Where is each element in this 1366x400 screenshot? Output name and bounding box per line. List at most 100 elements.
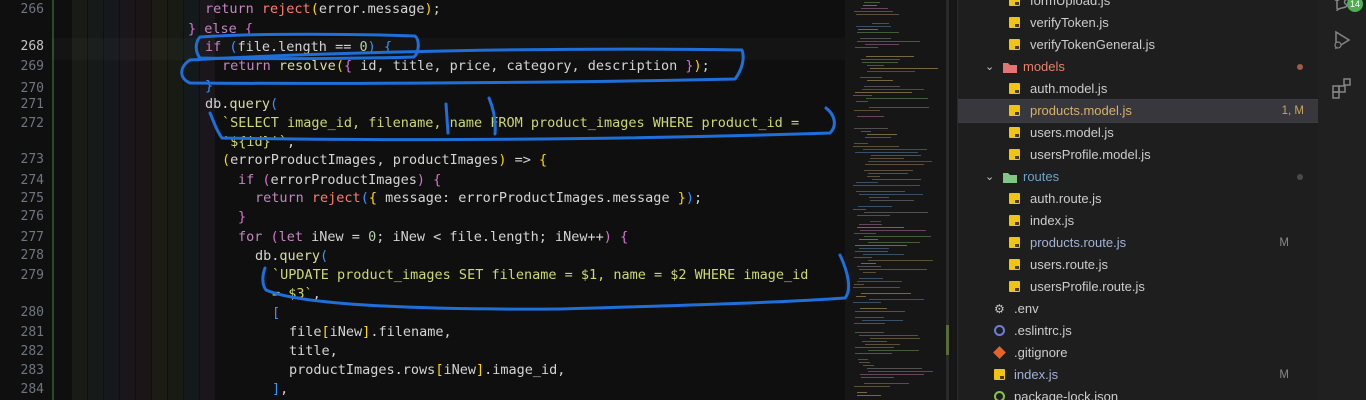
- tree-item[interactable]: ⚙ .env: [958, 298, 1319, 320]
- minimap-line: [867, 368, 922, 369]
- tree-item-label: auth.route.js: [1030, 191, 1102, 206]
- tree-item[interactable]: products.model.js 1, M: [958, 99, 1319, 123]
- code-line[interactable]: return resolve({ id, title, price, categ…: [222, 58, 710, 74]
- line-number: 277: [20, 230, 44, 245]
- tree-item[interactable]: .eslintrc.js: [958, 320, 1319, 342]
- minimap-line: [854, 386, 890, 387]
- minimap-line: [862, 62, 898, 63]
- tree-item[interactable]: auth.route.js: [958, 188, 1319, 210]
- minimap[interactable]: [845, 0, 957, 400]
- tree-item[interactable]: index.js M: [958, 364, 1319, 386]
- tree-item[interactable]: verifyToken.js: [958, 12, 1319, 34]
- tree-item-label: products.model.js: [1030, 103, 1132, 118]
- minimap-line: [867, 176, 880, 177]
- tree-item[interactable]: usersProfile.route.js: [958, 276, 1319, 298]
- minimap-line: [865, 164, 924, 165]
- tree-item[interactable]: usersProfile.model.js: [958, 144, 1319, 166]
- code-line[interactable]: if (errorProductImages) {: [238, 172, 441, 188]
- minimap-line: [866, 56, 914, 57]
- tree-item[interactable]: users.route.js: [958, 254, 1319, 276]
- code-line[interactable]: ],: [272, 381, 288, 397]
- minimap-line: [861, 131, 871, 132]
- code-line[interactable]: '${id}'`,: [222, 134, 295, 150]
- extensions-icon[interactable]: [1331, 77, 1353, 99]
- code-line[interactable]: db.query(: [205, 96, 278, 112]
- js-file-icon: [1009, 0, 1020, 6]
- tree-item-label: usersProfile.route.js: [1030, 279, 1145, 294]
- code-line[interactable]: db.query(: [255, 248, 328, 264]
- indent-guide: [136, 0, 151, 400]
- minimap-line: [859, 239, 878, 240]
- tree-item-label: index.js: [1014, 367, 1059, 382]
- code-line[interactable]: title,: [289, 343, 338, 359]
- code-editor[interactable]: 266 268 269 270 271 272 273 274 275 276 …: [0, 0, 845, 400]
- minimap-line: [857, 32, 899, 33]
- tree-folder-routes[interactable]: ⌄ routes: [958, 166, 1319, 188]
- code-line[interactable]: productImages.rows[iNew].image_id,: [289, 362, 565, 378]
- code-line[interactable]: return reject({ message: errorProductIma…: [255, 190, 702, 206]
- tree-item-label: index.js: [1030, 213, 1075, 228]
- notification-badge: 14: [1347, 0, 1363, 12]
- line-number: 272: [20, 116, 44, 131]
- minimap-line: [855, 245, 907, 246]
- minimap-line: [864, 170, 913, 171]
- code-line[interactable]: }: [238, 209, 246, 225]
- minimap-line: [864, 236, 931, 237]
- line-number: 270: [20, 81, 44, 96]
- minimap-line: [857, 395, 881, 396]
- tree-item[interactable]: products.route.js M: [958, 232, 1319, 254]
- code-line[interactable]: return reject(error.message);: [205, 1, 441, 17]
- minimap-line: [858, 206, 892, 207]
- code-line[interactable]: `SELECT image_id, filename, name FROM pr…: [222, 115, 799, 131]
- minimap-line: [857, 392, 867, 393]
- code-line[interactable]: for (let iNew = 0; iNew < file.length; i…: [238, 229, 628, 245]
- minimap-line: [870, 158, 904, 159]
- status-dot: [1297, 64, 1303, 70]
- minimap-line: [861, 263, 876, 264]
- tree-item[interactable]: users.model.js: [958, 122, 1319, 144]
- minimap-line: [856, 296, 866, 297]
- chevron-down-icon: ⌄: [985, 171, 995, 183]
- js-file-icon: [1009, 193, 1020, 204]
- minimap-line: [853, 146, 899, 147]
- tree-item-label: package-lock.json: [1014, 389, 1119, 400]
- code-line[interactable]: [: [272, 305, 280, 321]
- line-number: 283: [20, 363, 44, 378]
- minimap-line: [854, 284, 864, 285]
- tree-folder-models[interactable]: ⌄ models: [958, 56, 1319, 78]
- code-line[interactable]: if (file.length == 0) {: [205, 39, 392, 55]
- code-line[interactable]: = $3`,: [272, 286, 321, 302]
- minimap-line: [868, 173, 908, 174]
- minimap-line: [854, 11, 893, 12]
- minimap-line: [855, 92, 912, 93]
- tree-item-label: .eslintrc.js: [1014, 323, 1072, 338]
- tree-item[interactable]: index.js: [958, 210, 1319, 232]
- minimap-line: [864, 383, 909, 384]
- code-line[interactable]: } else {: [188, 21, 253, 37]
- tree-item[interactable]: package-lock.json: [958, 386, 1319, 400]
- js-file-icon: [1009, 105, 1020, 116]
- minimap-line: [860, 38, 891, 39]
- code-line[interactable]: (errorProductImages, productImages) => {: [222, 152, 547, 168]
- minimap-line: [856, 14, 899, 15]
- minimap-line: [857, 227, 904, 228]
- indent-guide: [104, 0, 119, 400]
- minimap-line: [865, 44, 899, 45]
- line-number: 276: [20, 209, 44, 224]
- run-debug-icon[interactable]: [1331, 29, 1353, 51]
- js-file-icon: [1009, 17, 1020, 28]
- indent-guide: [184, 0, 199, 400]
- tree-item[interactable]: formUpload.js: [958, 0, 1319, 12]
- code-line[interactable]: }: [205, 78, 213, 94]
- code-line[interactable]: `UPDATE product_images SET filename = $1…: [272, 267, 808, 283]
- tree-item[interactable]: .gitignore: [958, 342, 1319, 364]
- tree-item[interactable]: verifyTokenGeneral.js: [958, 34, 1319, 56]
- tree-item[interactable]: auth.model.js: [958, 78, 1319, 100]
- minimap-line: [867, 65, 884, 66]
- minimap-line: [864, 86, 900, 87]
- minimap-line: [869, 197, 889, 198]
- git-gutter-bar: [52, 0, 54, 400]
- code-line[interactable]: file[iNew].filename,: [289, 324, 452, 340]
- line-number: 268: [20, 39, 44, 54]
- minimap-line: [859, 269, 927, 270]
